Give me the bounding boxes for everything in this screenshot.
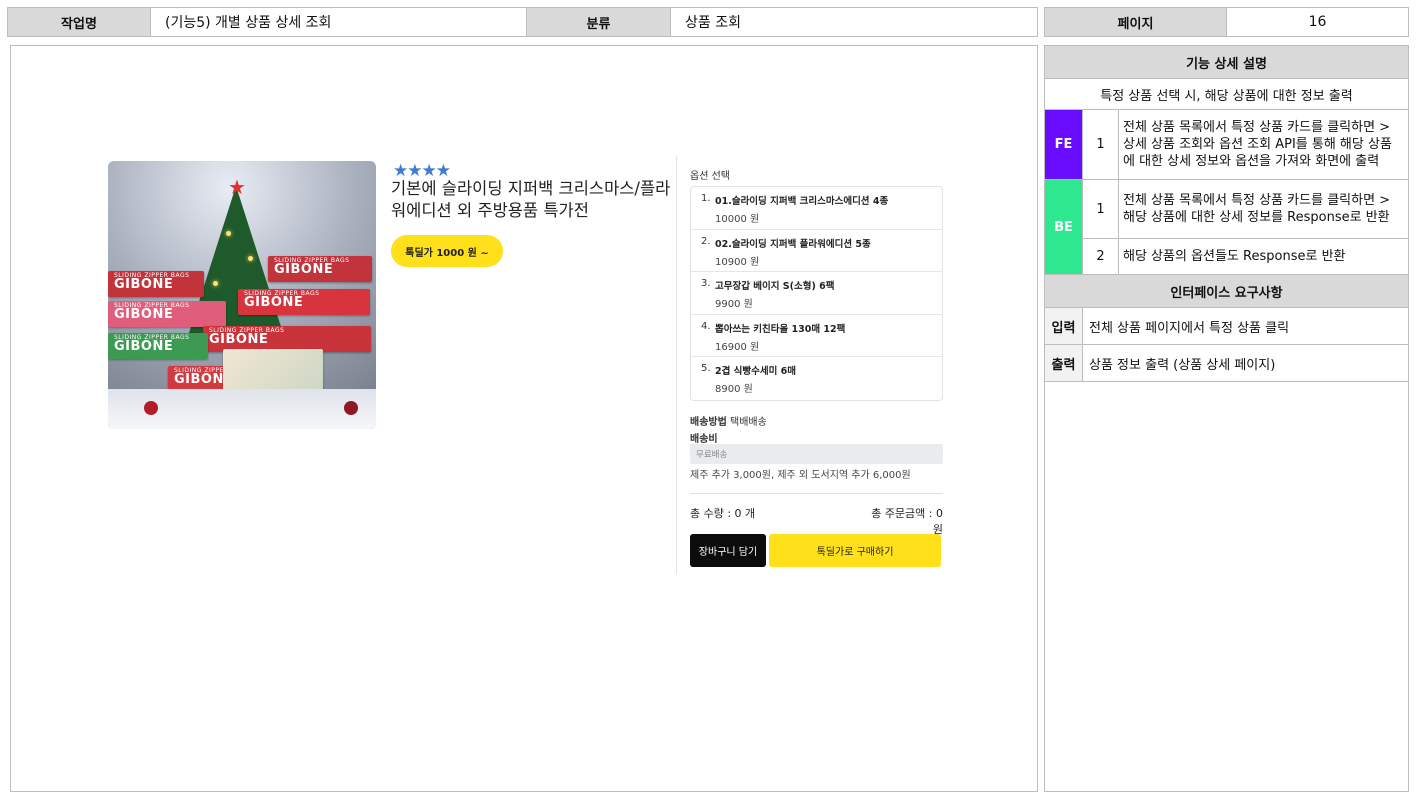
product-image[interactable]: ★ SLIDING ZIPPER BAGS GIBONE SLIDING ZIPP…	[108, 161, 376, 429]
category-value: 상품 조회	[685, 15, 741, 31]
option-name: 2겹 식빵수세미 6매	[715, 366, 797, 378]
option-name: 01.슬라이딩 지퍼백 크리스마스에디션 4종	[715, 196, 889, 207]
spec-table: 기능 상세 설명 특정 상품 선택 시, 해당 상품에 대한 정보 출력 FE …	[1044, 45, 1409, 382]
option-name: 뽑아쓰는 키친타올 130매 12팩	[715, 323, 846, 335]
option-price: 10000 원	[715, 214, 760, 225]
option-title: 옵션 선택	[690, 171, 730, 182]
ornament-icon	[344, 401, 358, 415]
be-row-desc: 해당 상품의 옵션들도 Response로 반환	[1118, 238, 1409, 275]
option-price: 9900 원	[715, 299, 753, 311]
task-value: (기능5) 개별 상품 상세 조회	[151, 8, 527, 36]
be-row-desc: 전체 상품 목록에서 특정 상품 카드를 클릭하면 > 해당 상품에 대한 상세…	[1118, 179, 1409, 239]
product-box: SLIDING ZIPPER BAGS GIBONE	[108, 333, 208, 359]
price-button[interactable]: 톡딜가 1000 원 ~	[391, 235, 503, 267]
task-label: 작업명	[8, 8, 151, 36]
option-list: 1. 01.슬라이딩 지퍼백 크리스마스에디션 4종 10000 원 2. 02…	[690, 186, 943, 401]
ornament-icon	[144, 401, 158, 415]
product-box: SLIDING ZIPPER BAGS GIBONE	[238, 289, 370, 315]
fe-tag: FE	[1044, 109, 1083, 180]
option-price: 10900 원	[715, 256, 760, 268]
total-amount: 총 주문금액 : 0 원	[871, 507, 943, 536]
output-value: 상품 정보 출력 (상품 상세 페이지)	[1082, 344, 1409, 382]
option-price: 16900 원	[715, 341, 760, 353]
product-box: SLIDING ZIPPER BAGS GIBONE	[108, 301, 226, 327]
total-quantity: 총 수량 : 0 개	[690, 507, 756, 520]
option-item-5[interactable]: 5. 2겹 식빵수세미 6매 8900 원	[691, 357, 942, 400]
output-label: 출력	[1044, 344, 1083, 382]
product-box: SLIDING ZIPPER BAGS GIBONE	[268, 256, 372, 282]
option-item-4[interactable]: 4. 뽑아쓰는 키친타올 130매 12팩 16900 원	[691, 315, 942, 358]
option-item-2[interactable]: 2. 02.슬라이딩 지퍼백 플라워에디션 5종 10900 원	[691, 230, 942, 273]
be-row-num: 2	[1082, 238, 1119, 275]
header-right: 페이지 16	[1044, 7, 1409, 37]
header-left: 작업명 (기능5) 개별 상품 상세 조회 분류 상품 조회	[7, 7, 1038, 37]
light-icon	[213, 281, 218, 286]
category-label: 분류	[527, 8, 671, 36]
screen-mockup: ★ SLIDING ZIPPER BAGS GIBONE SLIDING ZIPP…	[10, 45, 1038, 792]
page-number: 16	[1308, 14, 1327, 30]
buy-button[interactable]: 톡딜가로 구매하기	[769, 534, 941, 567]
be-tag: BE	[1044, 179, 1083, 275]
light-icon	[248, 256, 253, 261]
product-title: 기본에 슬라이딩 지퍼백 크리스마스/플라워에디션 외 주방용품 특가전	[391, 179, 671, 220]
be-row-num: 1	[1082, 179, 1119, 239]
option-price: 8900 원	[715, 384, 753, 396]
divider	[676, 156, 677, 574]
interface-heading: 인터페이스 요구사항	[1044, 274, 1409, 308]
page-label: 페이지	[1045, 8, 1227, 36]
shipping-note: 제주 추가 3,000원, 제주 외 도서지역 추가 6,000원	[690, 470, 911, 481]
shipping-method: 배송방법 택배배송	[690, 417, 767, 428]
func-summary: 특정 상품 선택 시, 해당 상품에 대한 정보 출력	[1044, 78, 1409, 110]
option-name: 고무장갑 베이지 S(소형) 6팩	[715, 281, 835, 293]
product-box: SLIDING ZIPPER BAGS GIBONE	[108, 271, 204, 297]
add-to-cart-button[interactable]: 장바구니 담기	[690, 534, 766, 567]
input-label: 입력	[1044, 307, 1083, 345]
light-icon	[226, 231, 231, 236]
option-item-1[interactable]: 1. 01.슬라이딩 지퍼백 크리스마스에디션 4종 10000 원	[691, 187, 942, 230]
option-item-3[interactable]: 3. 고무장갑 베이지 S(소형) 6팩 9900 원	[691, 272, 942, 315]
shipping-fee-field: 무료배송	[690, 444, 943, 464]
star-icon: ★	[228, 175, 246, 199]
shipping-fee-label: 배송비	[690, 434, 718, 445]
func-detail-heading: 기능 상세 설명	[1044, 45, 1409, 79]
fe-row-num: 1	[1082, 109, 1119, 180]
option-name: 02.슬라이딩 지퍼백 플라워에디션 5종	[715, 238, 871, 250]
input-value: 전체 상품 페이지에서 특정 상품 클릭	[1082, 307, 1409, 345]
divider	[690, 493, 943, 494]
fe-row-desc: 전체 상품 목록에서 특정 상품 카드를 클릭하면 > 상세 상품 조회와 옵션…	[1118, 109, 1409, 180]
